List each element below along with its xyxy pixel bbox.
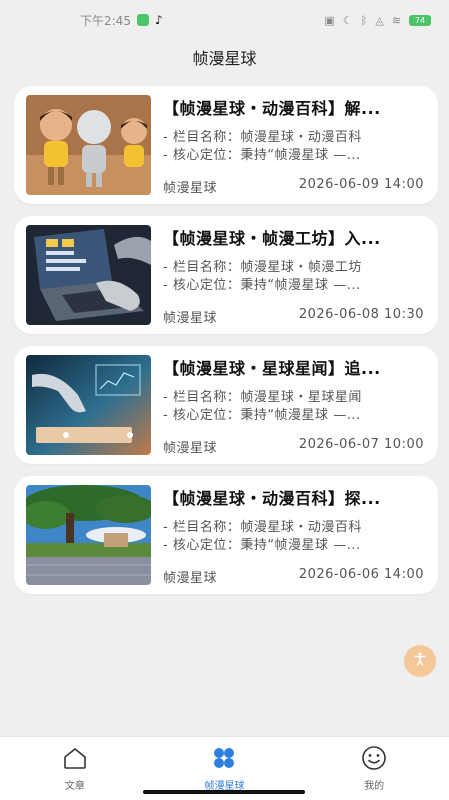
article-footer: 帧漫星球 2026-06-07 10:00 [163,437,426,456]
article-category: - 栏目名称：帧漫星球・星球星闻 [163,389,362,405]
article-footer: 帧漫星球 2026-06-08 10:30 [163,307,426,326]
tab-articles[interactable]: 文章 [25,745,125,792]
tab-label: 我的 [364,781,385,792]
article-source: 帧漫星球 [163,570,218,586]
article-date: 2026-06-08 10:30 [298,306,424,322]
article-body: 【帧漫星球・帧漫工坊】入... - 栏目名称：帧漫星球・帧漫工坊 - 核心定位：… [163,225,426,326]
status-right: ▣ ☾ ᛒ ◬ ≋ 74 [324,14,431,27]
wifi-icon: ≋ [391,13,401,27]
article-category: - 栏目名称：帧漫星球・动漫百科 [163,129,362,145]
article-source: 帧漫星球 [163,180,218,196]
article-source: 帧漫星球 [163,310,218,326]
status-time: 下午2:45 [80,13,131,28]
house-icon [62,745,88,771]
bluetooth-icon: ᛒ [360,13,368,27]
article-card[interactable]: 【帧漫星球・星球星闻】追... - 栏目名称：帧漫星球・星球星闻 - 核心定位：… [14,346,438,464]
article-card[interactable]: 【帧漫星球・帧漫工坊】入... - 栏目名称：帧漫星球・帧漫工坊 - 核心定位：… [14,216,438,334]
nfc-icon: ▣ [324,13,335,27]
status-bar: 下午2:45 ♪ ▣ ☾ ᛒ ◬ ≋ 74 [0,0,449,40]
article-positioning: - 核心定位：秉持“帧漫星球 —... [163,277,361,293]
accessibility-float-button[interactable] [404,645,436,677]
article-title: 【帧漫星球・星球星闻】追... [163,358,381,378]
robot-hand-image [26,355,151,455]
article-card[interactable]: 【帧漫星球・动漫百科】探... - 栏目名称：帧漫星球・动漫百科 - 核心定位：… [14,476,438,594]
article-date: 2026-06-06 14:00 [298,566,424,582]
article-title: 【帧漫星球・动漫百科】解... [163,98,381,118]
article-title: 【帧漫星球・帧漫工坊】入... [163,228,381,248]
article-positioning: - 核心定位：秉持“帧漫星球 —... [163,147,361,163]
page-title: 帧漫星球 [192,49,257,68]
article-category: - 栏目名称：帧漫星球・动漫百科 [163,519,362,535]
page-header: 帧漫星球 [0,40,449,74]
article-card[interactable]: 【帧漫星球・动漫百科】解... - 栏目名称：帧漫星球・动漫百科 - 核心定位：… [14,86,438,204]
tiktok-notification-icon: ♪ [154,13,163,27]
article-title: 【帧漫星球・动漫百科】探... [163,488,381,508]
article-body: 【帧漫星球・动漫百科】解... - 栏目名称：帧漫星球・动漫百科 - 核心定位：… [163,95,426,196]
home-indicator [143,790,305,794]
article-footer: 帧漫星球 2026-06-09 14:00 [163,177,426,196]
article-body: 【帧漫星球・动漫百科】探... - 栏目名称：帧漫星球・动漫百科 - 核心定位：… [163,485,426,586]
status-left: 下午2:45 ♪ [80,12,163,29]
tree-landscape-image [26,485,151,585]
accessibility-icon [412,651,428,671]
smiley-icon [361,745,387,771]
wechat-notification-icon [136,14,149,26]
tab-planet[interactable]: 帧漫星球 [174,745,274,792]
article-positioning: - 核心定位：秉持“帧漫星球 —... [163,537,361,553]
do-not-disturb-icon: ☾ [342,13,353,27]
article-category: - 栏目名称：帧漫星球・帧漫工坊 [163,259,362,275]
clover-icon [211,745,237,771]
battery-icon: 74 [409,14,431,26]
tab-mine[interactable]: 我的 [324,745,424,792]
article-source: 帧漫星球 [163,440,218,456]
article-date: 2026-06-07 10:00 [298,436,424,452]
article-positioning: - 核心定位：秉持“帧漫星球 —... [163,407,361,423]
signal-icon: ◬ [375,13,384,27]
laptop-hand-image [26,225,151,325]
tab-label: 文章 [64,781,85,792]
article-body: 【帧漫星球・星球星闻】追... - 栏目名称：帧漫星球・星球星闻 - 核心定位：… [163,355,426,456]
cartoon-kids-image [26,95,151,195]
article-footer: 帧漫星球 2026-06-06 14:00 [163,567,426,586]
article-date: 2026-06-09 14:00 [298,176,424,192]
